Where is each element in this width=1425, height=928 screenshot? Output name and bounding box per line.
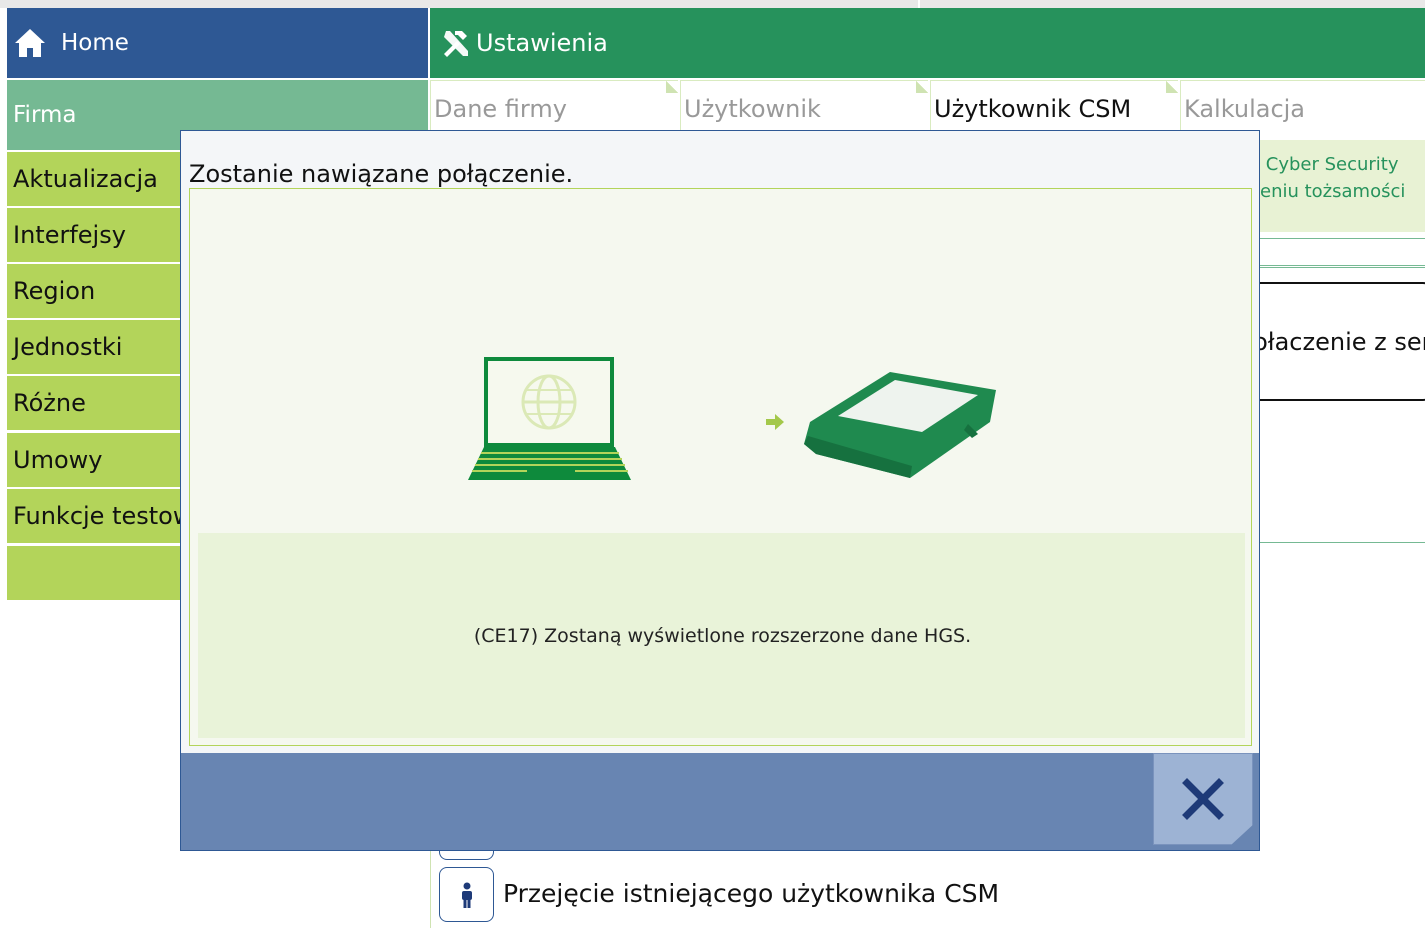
tab-uzytkownik-csm[interactable]: Użytkownik CSM [930, 80, 1178, 130]
home-button[interactable]: Home [7, 8, 428, 78]
connection-dialog: Zostanie nawiązane połączenie. (CE17) Zo… [180, 130, 1260, 851]
arrow-right-icon [766, 414, 784, 430]
top-strip [0, 0, 1425, 8]
tools-icon [444, 31, 468, 57]
dialog-title: Zostanie nawiązane połączenie. [189, 160, 574, 188]
sidebar-item-umowy[interactable]: Umowy [7, 433, 197, 487]
tab-corner [916, 81, 928, 93]
sidebar-item-rozne[interactable]: Różne [7, 376, 197, 430]
tab-kalkulacja[interactable]: Kalkulacja [1180, 80, 1425, 130]
cyber-security-panel: ia Cyber Security eniu tożsamości [1252, 140, 1425, 232]
sidebar-item-region[interactable]: Region [7, 264, 197, 318]
tab-label: Użytkownik [684, 95, 821, 123]
close-icon [1182, 778, 1224, 820]
person-icon [461, 882, 472, 908]
tab-dane-firmy[interactable]: Dane firmy [430, 80, 678, 130]
sidebar-item-jednostki[interactable]: Jednostki [7, 320, 197, 374]
sidebar-item-interfejsy[interactable]: Interfejsy [7, 208, 197, 262]
sidebar-item-aktualizacja[interactable]: Aktualizacja [7, 152, 197, 206]
takeover-user-button[interactable] [439, 867, 494, 922]
tab-corner [1166, 81, 1178, 93]
tab-label: Kalkulacja [1184, 95, 1306, 123]
tab-label: Użytkownik CSM [934, 95, 1132, 123]
laptop-icon [468, 357, 631, 480]
home-label: Home [61, 30, 129, 56]
dialog-info-panel: (CE17) Zostaną wyświetlone rozszerzone d… [198, 533, 1245, 738]
dialog-body: (CE17) Zostaną wyświetlone rozszerzone d… [189, 188, 1252, 746]
settings-title: Ustawienia [476, 29, 608, 57]
home-icon [15, 29, 45, 57]
terminal-device-icon [804, 372, 996, 478]
panel-line-2: eniu tożsamości [1260, 181, 1406, 202]
settings-header: Ustawienia [430, 8, 1425, 78]
tab-label: Dane firmy [434, 95, 567, 123]
sidebar-empty-slot [7, 546, 197, 600]
tab-uzytkownik[interactable]: Użytkownik [680, 80, 928, 130]
panel-line-1: ia Cyber Security [1252, 154, 1399, 175]
sidebar-item-funkcje-testowe[interactable]: Funkcje testow [7, 489, 197, 543]
dialog-footer [181, 753, 1259, 850]
takeover-user-label[interactable]: Przejęcie istniejącego użytkownika CSM [503, 879, 999, 908]
top-strip-separator [918, 0, 920, 8]
background-field [1252, 238, 1425, 268]
tab-corner [666, 81, 678, 93]
dialog-info-text: (CE17) Zostaną wyświetlone rozszerzone d… [473, 624, 972, 647]
content-divider [430, 850, 431, 928]
close-button[interactable] [1153, 753, 1253, 845]
